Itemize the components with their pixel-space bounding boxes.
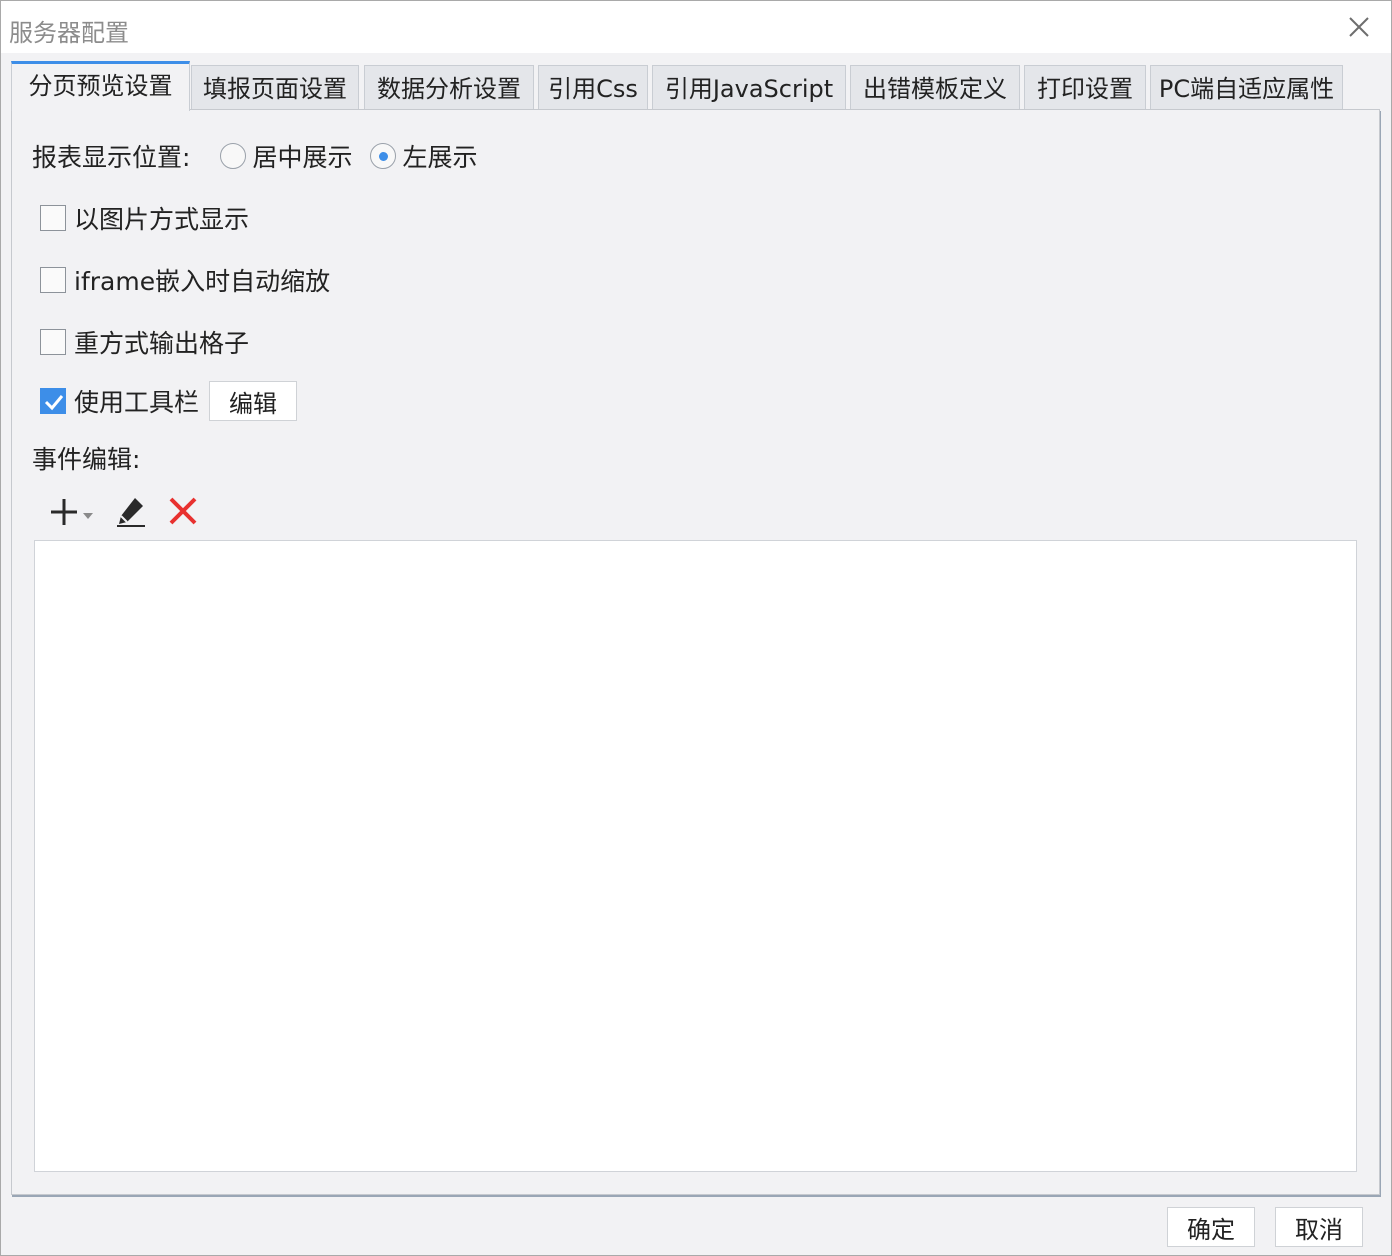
checkbox-use-toolbar[interactable]	[40, 388, 66, 414]
cancel-button[interactable]: 取消	[1275, 1207, 1363, 1247]
edit-toolbar-button[interactable]: 编辑	[209, 381, 298, 421]
close-button[interactable]	[1339, 9, 1379, 45]
radio-left-label: 左展示	[402, 143, 478, 172]
checkbox-toolbar-row: 使用工具栏 编辑	[40, 381, 298, 421]
event-editor-label: 事件编辑:	[32, 445, 141, 474]
edit-event-button[interactable]	[115, 494, 149, 532]
dropdown-arrow-icon	[83, 513, 93, 519]
checkbox-image-display-row: 以图片方式显示	[40, 200, 249, 236]
radio-center[interactable]	[220, 143, 247, 169]
delete-icon	[169, 497, 197, 525]
radio-left[interactable]	[370, 143, 397, 169]
checkbox-iframe-scale-row: iframe嵌入时自动缩放	[40, 262, 330, 298]
checkbox-use-toolbar-label: 使用工具栏	[74, 388, 200, 417]
tab-css[interactable]: 引用Css	[538, 65, 648, 111]
checkmark-icon	[44, 395, 64, 411]
close-icon	[1349, 17, 1369, 37]
event-list[interactable]	[34, 540, 1357, 1172]
radio-center-label: 居中展示	[252, 143, 353, 172]
display-position-row: 报表显示位置: 居中展示 左展示	[32, 138, 477, 174]
tab-print[interactable]: 打印设置	[1024, 65, 1146, 111]
tab-pagination-preview[interactable]: 分页预览设置	[11, 61, 190, 111]
checkbox-image-display-label: 以图片方式显示	[74, 205, 250, 234]
checkbox-iframe-scale-label: iframe嵌入时自动缩放	[74, 267, 331, 296]
event-editor-label-row: 事件编辑:	[32, 440, 140, 476]
server-config-dialog: 服务器配置 分页预览设置 填报页面设置 数据分析设置 引用Css 引用JavaS…	[0, 0, 1392, 1256]
checkbox-image-display[interactable]	[40, 205, 66, 231]
checkbox-output-cells-label: 重方式输出格子	[74, 329, 250, 358]
tab-error-template[interactable]: 出错模板定义	[850, 65, 1020, 111]
delete-event-button[interactable]	[168, 496, 198, 530]
checkbox-iframe-scale[interactable]	[40, 267, 66, 293]
checkbox-output-cells-row: 重方式输出格子	[40, 324, 249, 360]
add-icon	[51, 499, 77, 525]
tab-content-panel: 报表显示位置: 居中展示 左展示 以图片方式显示 iframe嵌入时自动缩放 重…	[11, 109, 1380, 1195]
tab-javascript[interactable]: 引用JavaScript	[652, 65, 846, 111]
display-position-label: 报表显示位置:	[32, 143, 191, 172]
checkbox-output-cells[interactable]	[40, 329, 66, 355]
add-event-dropdown[interactable]	[82, 506, 94, 525]
edit-pencil-icon	[117, 498, 145, 527]
tab-pc-adaptive[interactable]: PC端自适应属性	[1150, 65, 1343, 111]
add-event-button[interactable]	[48, 496, 80, 532]
window-title: 服务器配置	[9, 19, 129, 47]
ok-button[interactable]: 确定	[1167, 1207, 1255, 1247]
title-bar: 服务器配置	[1, 1, 1391, 53]
tab-fill-page[interactable]: 填报页面设置	[191, 65, 359, 111]
tab-data-analysis[interactable]: 数据分析设置	[364, 65, 534, 111]
